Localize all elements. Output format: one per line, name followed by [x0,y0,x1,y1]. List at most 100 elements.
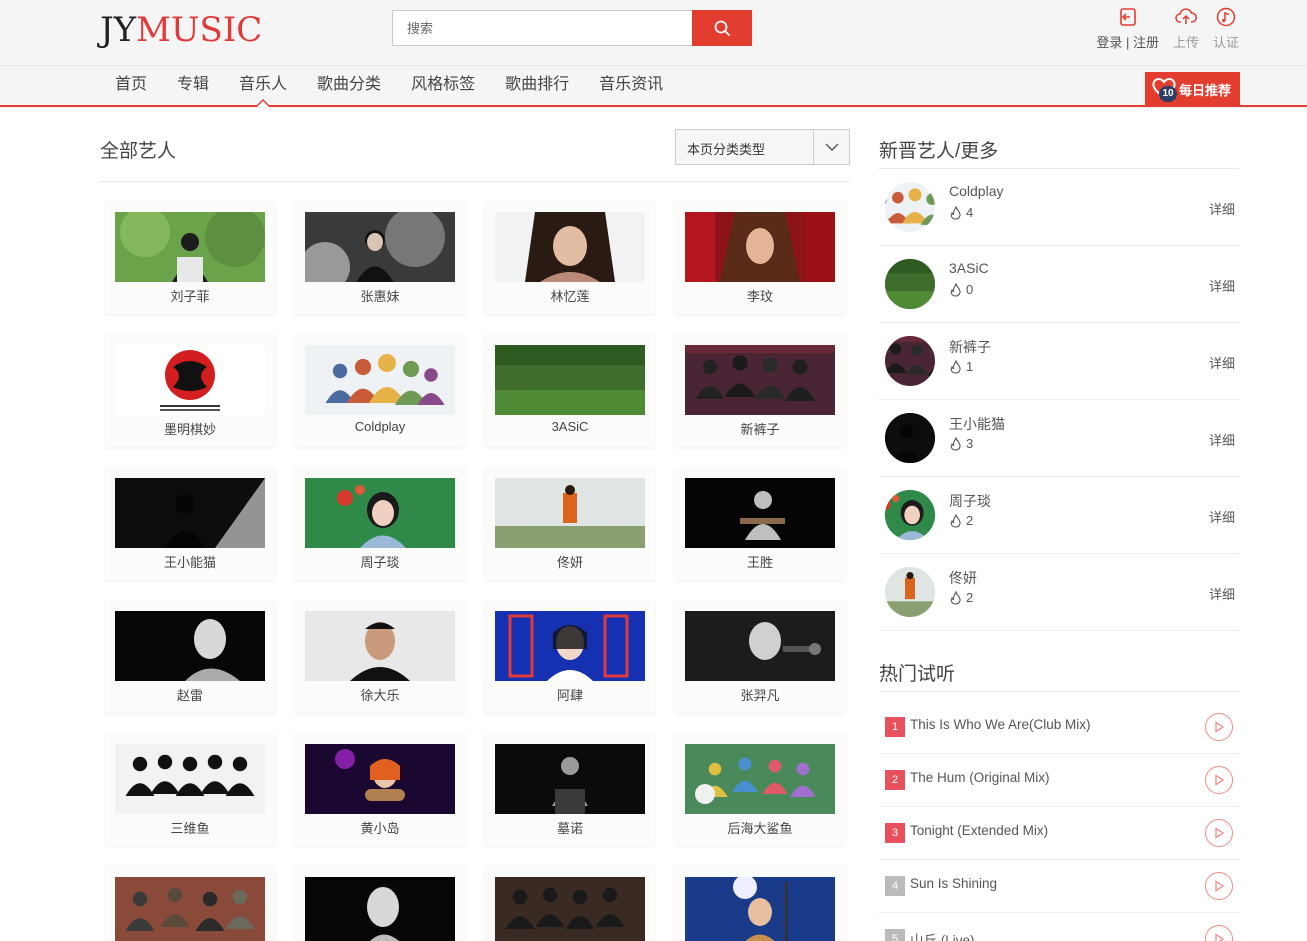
new-artists-title[interactable]: 新晋艺人/更多 [879,136,998,163]
artist-photo[interactable] [115,611,265,681]
artist-name[interactable]: 张惠妹 [295,286,465,305]
play-button[interactable] [1205,872,1233,900]
track-row[interactable]: 4 Sun Is Shining [879,860,1239,913]
artist-card[interactable]: 墨明棋妙 [105,334,275,447]
artist-card[interactable]: 佟妍 [485,467,655,580]
detail-link[interactable]: 详细 [1209,584,1235,603]
register-link[interactable]: 注册 [1133,35,1159,50]
artist-card[interactable]: 林忆莲 [485,201,655,314]
artist-name[interactable]: Coldplay [295,419,465,434]
artist-card[interactable]: 新裤子 [675,334,845,447]
artist-card[interactable]: 三维鱼 [105,733,275,846]
artist-card[interactable]: 赵雷 [105,600,275,713]
track-row[interactable]: 1 This Is Who We Are(Club Mix) [879,701,1239,754]
artist-avatar[interactable] [885,413,935,463]
artist-photo[interactable] [305,478,455,548]
artist-name[interactable]: 黄小岛 [295,818,465,837]
upload-button[interactable]: 上传 [1173,6,1199,51]
artist-card[interactable]: 3ASiC [485,334,655,447]
artist-name[interactable]: 王胜 [675,552,845,571]
artist-photo[interactable] [495,212,645,282]
artist-photo[interactable] [115,478,265,548]
artist-card[interactable] [485,866,655,941]
daily-recommend-button[interactable]: 10 每日推荐 [1145,72,1240,106]
artist-photo[interactable] [115,744,265,814]
nav-item-3[interactable]: 歌曲分类 [302,66,396,104]
artist-name[interactable]: 后海大鲨鱼 [675,818,845,837]
artist-photo[interactable] [685,744,835,814]
track-title[interactable]: This Is Who We Are(Club Mix) [910,717,1091,732]
artist-name[interactable]: 新裤子 [675,419,845,438]
artist-card[interactable] [675,866,845,941]
track-row[interactable]: 5 山丘 (Live) [879,913,1239,941]
nav-item-0[interactable]: 首页 [100,66,162,104]
artist-name[interactable]: 张羿凡 [675,685,845,704]
artist-name[interactable]: 佟妍 [485,552,655,571]
artist-photo[interactable] [495,478,645,548]
artist-photo[interactable] [495,877,645,941]
track-row[interactable]: 3 Tonight (Extended Mix) [879,807,1239,860]
artist-name[interactable]: 刘子菲 [105,286,275,305]
artist-photo[interactable] [305,611,455,681]
artist-card[interactable]: 王胜 [675,467,845,580]
artist-name[interactable]: 周子琰 [949,491,991,511]
artist-avatar[interactable] [885,336,935,386]
artist-card[interactable]: 墓诺 [485,733,655,846]
login-link[interactable]: 登录 [1096,35,1122,50]
artist-photo[interactable] [115,345,265,415]
artist-photo[interactable] [495,611,645,681]
artist-name[interactable]: 阿肆 [485,685,655,704]
nav-item-5[interactable]: 歌曲排行 [490,66,584,104]
nav-item-4[interactable]: 风格标签 [396,66,490,104]
artist-name[interactable]: 周子琰 [295,552,465,571]
category-filter-select[interactable]: 本页分类类型 [675,129,850,165]
artist-photo[interactable] [685,345,835,415]
artist-avatar[interactable] [885,490,935,540]
artist-photo[interactable] [305,744,455,814]
artist-card[interactable]: 黄小岛 [295,733,465,846]
artist-photo[interactable] [495,345,645,415]
artist-name[interactable]: 林忆莲 [485,286,655,305]
play-button[interactable] [1205,925,1233,941]
artist-name[interactable]: 佟妍 [949,568,977,588]
play-button[interactable] [1205,713,1233,741]
artist-name[interactable]: 新裤子 [949,337,991,357]
artist-card[interactable] [295,866,465,941]
artist-name[interactable]: 王小能猫 [105,552,275,571]
track-title[interactable]: Sun Is Shining [910,876,997,891]
artist-photo[interactable] [115,877,265,941]
artist-name[interactable]: 墨明棋妙 [105,419,275,438]
artist-name[interactable]: 墓诺 [485,818,655,837]
nav-item-2[interactable]: 音乐人 [224,66,302,107]
artist-photo[interactable] [305,877,455,941]
play-button[interactable] [1205,766,1233,794]
artist-card[interactable]: 徐大乐 [295,600,465,713]
artist-card[interactable] [105,866,275,941]
nav-item-1[interactable]: 专辑 [162,66,224,104]
track-row[interactable]: 2 The Hum (Original Mix) [879,754,1239,807]
detail-link[interactable]: 详细 [1209,276,1235,295]
artist-card[interactable]: 后海大鲨鱼 [675,733,845,846]
artist-photo[interactable] [305,345,455,415]
detail-link[interactable]: 详细 [1209,507,1235,526]
detail-link[interactable]: 详细 [1209,353,1235,372]
artist-name[interactable]: 3ASiC [949,260,989,276]
track-title[interactable]: 山丘 (Live) [910,929,975,941]
site-logo[interactable]: JYMUSIC [100,10,262,50]
artist-photo[interactable] [685,478,835,548]
artist-card[interactable]: 王小能猫 [105,467,275,580]
artist-name[interactable]: 徐大乐 [295,685,465,704]
track-title[interactable]: Tonight (Extended Mix) [910,823,1048,838]
artist-card[interactable]: 周子琰 [295,467,465,580]
play-button[interactable] [1205,819,1233,847]
artist-name[interactable]: 王小能猫 [949,414,1005,434]
artist-name[interactable]: 李玟 [675,286,845,305]
artist-photo[interactable] [305,212,455,282]
artist-photo[interactable] [685,212,835,282]
artist-photo[interactable] [685,877,835,941]
artist-card[interactable]: 刘子菲 [105,201,275,314]
artist-card[interactable]: 阿肆 [485,600,655,713]
search-button[interactable] [692,10,752,46]
artist-photo[interactable] [495,744,645,814]
artist-photo[interactable] [685,611,835,681]
